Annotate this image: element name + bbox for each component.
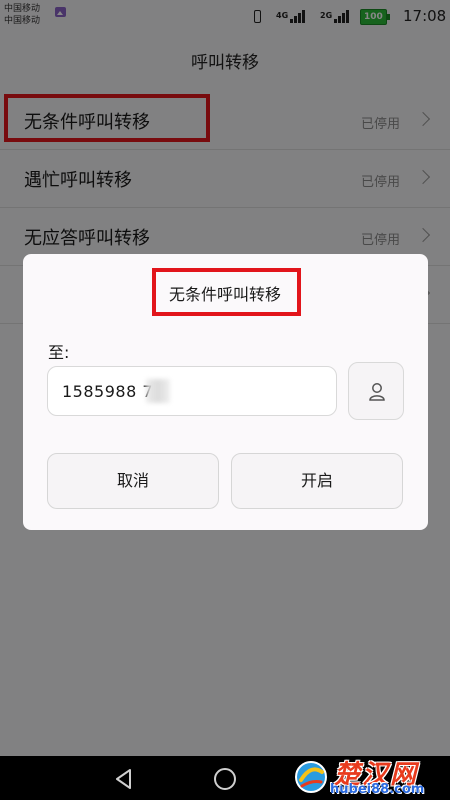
- screen: 中国移动 中国移动 4G 2G 100 17:08 呼叫转移 无条件呼叫转移 已…: [0, 0, 450, 800]
- triangle-back-icon[interactable]: [112, 767, 136, 791]
- forward-to-label: 至:: [48, 343, 70, 362]
- redaction-blur: [146, 379, 170, 403]
- forward-number-input[interactable]: 1585988 7: [47, 366, 337, 416]
- person-icon: [369, 383, 385, 401]
- forward-number-value: 1585988 7: [62, 382, 154, 401]
- enable-button[interactable]: 开启: [231, 453, 403, 509]
- contact-picker-button[interactable]: [348, 362, 404, 420]
- highlight-annotation-box: [152, 268, 301, 316]
- watermark-logo-icon: [295, 761, 327, 793]
- cancel-button[interactable]: 取消: [47, 453, 219, 509]
- circle-home-icon[interactable]: [212, 766, 238, 792]
- site-watermark: 楚汉网 hubei88.com: [290, 752, 450, 800]
- watermark-site-url: hubei88.com: [330, 782, 425, 797]
